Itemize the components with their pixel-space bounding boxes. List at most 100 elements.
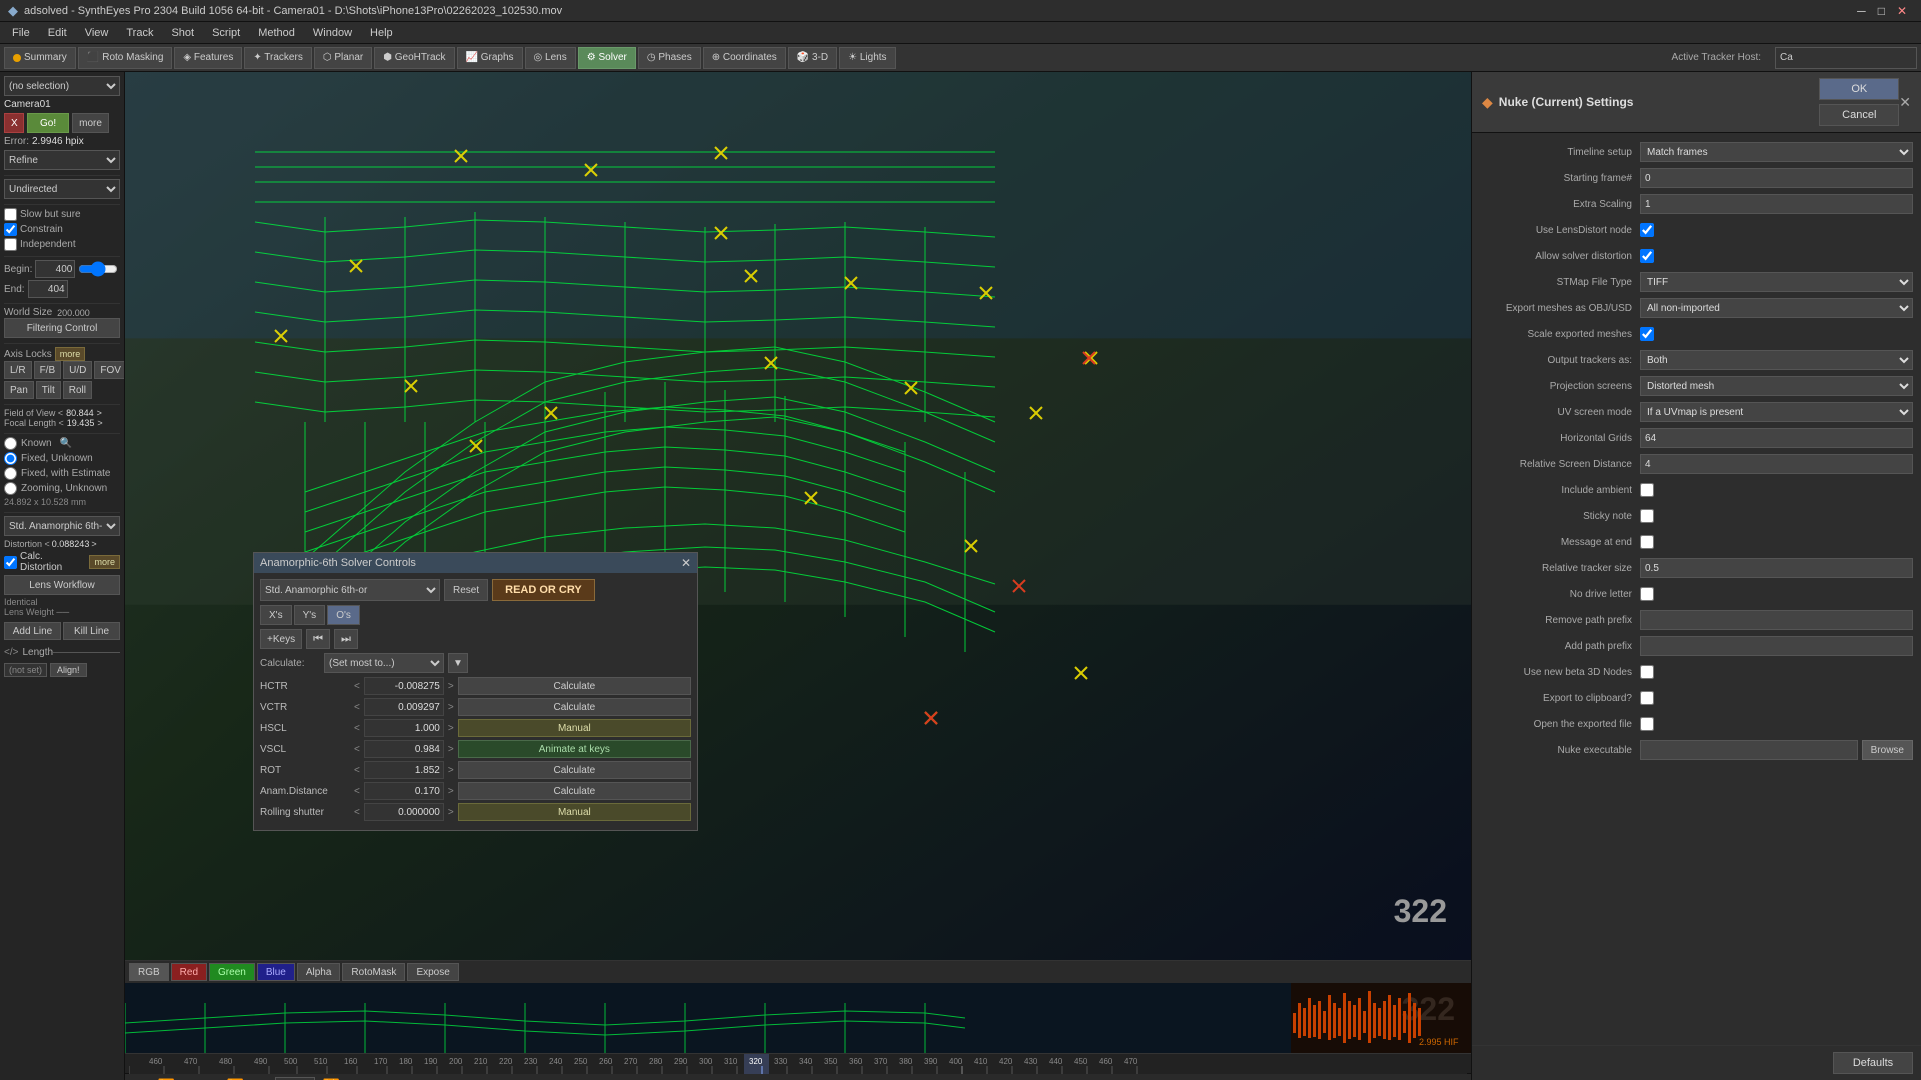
- anam-dist-calc-btn[interactable]: Calculate: [458, 782, 691, 800]
- begin-input[interactable]: [35, 260, 75, 278]
- hctr-input[interactable]: [364, 677, 444, 695]
- align-btn[interactable]: Align!: [50, 663, 87, 677]
- hctr-lt[interactable]: <: [354, 681, 360, 692]
- starting-frame-input[interactable]: [1640, 168, 1913, 188]
- rolling-lt[interactable]: <: [354, 807, 360, 818]
- selection-dropdown[interactable]: (no selection): [4, 76, 120, 96]
- rot-gt[interactable]: >: [448, 765, 454, 776]
- menu-method[interactable]: Method: [250, 25, 303, 41]
- toolbar-roto[interactable]: ⬛ Roto Masking: [78, 47, 173, 69]
- rot-calc-btn[interactable]: Calculate: [458, 761, 691, 779]
- ch-blue-btn[interactable]: Blue: [257, 963, 295, 981]
- vscl-anim-btn[interactable]: Animate at keys: [458, 740, 691, 758]
- toolbar-lights[interactable]: ☀ Lights: [839, 47, 895, 69]
- calc-dist-more[interactable]: more: [89, 555, 120, 569]
- filtering-btn[interactable]: Filtering Control: [4, 318, 120, 338]
- ok-btn[interactable]: OK: [1819, 78, 1899, 100]
- ud-btn[interactable]: U/D: [63, 361, 92, 379]
- minimize-btn[interactable]: ─: [1851, 4, 1872, 18]
- vscl-lt[interactable]: <: [354, 744, 360, 755]
- ch-expose-btn[interactable]: Expose: [407, 963, 458, 981]
- tab-os[interactable]: O's: [327, 605, 360, 625]
- independent-check[interactable]: [4, 238, 17, 251]
- lens-type-dropdown[interactable]: Std. Anamorphic 6th-r: [4, 516, 120, 536]
- hctr-gt[interactable]: >: [448, 681, 454, 692]
- ch-alpha-btn[interactable]: Alpha: [297, 963, 341, 981]
- menu-file[interactable]: File: [4, 25, 38, 41]
- message-end-check[interactable]: [1640, 535, 1654, 549]
- nuke-close-btn[interactable]: ✕: [1899, 94, 1911, 111]
- nuke-exec-input[interactable]: [1640, 740, 1858, 760]
- ch-rgb-btn[interactable]: RGB: [129, 963, 169, 981]
- end-input[interactable]: [28, 280, 68, 298]
- rot-lt[interactable]: <: [354, 765, 360, 776]
- roll-btn[interactable]: Roll: [63, 381, 92, 399]
- zooming-unknown-radio[interactable]: [4, 482, 17, 495]
- lens-workflow-btn[interactable]: Lens Workflow: [4, 575, 120, 595]
- constrain-check[interactable]: [4, 223, 17, 236]
- toolbar-geotrack[interactable]: ⬢ GeoHTrack: [374, 47, 454, 69]
- allow-solver-dist-check[interactable]: [1640, 249, 1654, 263]
- toolbar-trackers[interactable]: ✦ Trackers: [244, 47, 312, 69]
- projection-screens-select[interactable]: Distorted mesh: [1640, 376, 1913, 396]
- vscl-input[interactable]: [364, 740, 444, 758]
- timeline-ruler[interactable]: 460 470 480 490 500 510 160 170 180 190 …: [125, 1053, 1471, 1073]
- nav-start-btn[interactable]: ⏮: [306, 629, 330, 649]
- maximize-btn[interactable]: □: [1872, 4, 1891, 18]
- remove-prefix-input[interactable]: [1640, 610, 1913, 630]
- uv-screen-select[interactable]: If a UVmap is present: [1640, 402, 1913, 422]
- close-main-btn[interactable]: ✕: [1891, 4, 1913, 18]
- ch-green-btn[interactable]: Green: [209, 963, 255, 981]
- rolling-input[interactable]: [364, 803, 444, 821]
- menu-edit[interactable]: Edit: [40, 25, 75, 41]
- ch-rotomask-btn[interactable]: RotoMask: [342, 963, 405, 981]
- method-dropdown[interactable]: Refine: [4, 150, 120, 170]
- solver-close-btn[interactable]: ✕: [681, 556, 691, 570]
- lr-btn[interactable]: L/R: [4, 361, 32, 379]
- undirected-dropdown[interactable]: Undirected: [4, 179, 120, 199]
- toolbar-coordinates[interactable]: ⊕ Coordinates: [703, 47, 786, 69]
- browse-btn[interactable]: Browse: [1862, 740, 1913, 760]
- fb-btn[interactable]: F/B: [34, 361, 62, 379]
- solver-type-dropdown[interactable]: Std. Anamorphic 6th-or: [260, 579, 440, 601]
- ch-red-btn[interactable]: Red: [171, 963, 207, 981]
- menu-view[interactable]: View: [77, 25, 117, 41]
- export-clipboard-check[interactable]: [1640, 691, 1654, 705]
- fov-btn[interactable]: FOV: [94, 361, 125, 379]
- timeline-setup-select[interactable]: Match frames: [1640, 142, 1913, 162]
- hscl-manual-btn[interactable]: Manual: [458, 719, 691, 737]
- calc-dist-check[interactable]: [4, 556, 17, 569]
- fixed-estimate-radio[interactable]: [4, 467, 17, 480]
- go-button[interactable]: Go!: [27, 113, 69, 133]
- toolbar-lens[interactable]: ◎ Lens: [525, 47, 576, 69]
- vctr-gt[interactable]: >: [448, 702, 454, 713]
- toolbar-3d[interactable]: 🎲 3-D: [788, 47, 837, 69]
- toolbar-planar[interactable]: ⬡ Planar: [314, 47, 372, 69]
- not-set-btn[interactable]: (not set): [4, 663, 47, 677]
- rolling-gt[interactable]: >: [448, 807, 454, 818]
- toolbar-graphs[interactable]: 📈 Graphs: [457, 47, 523, 69]
- add-prefix-input[interactable]: [1640, 636, 1913, 656]
- vctr-calc-btn[interactable]: Calculate: [458, 698, 691, 716]
- more-button[interactable]: more: [72, 113, 109, 133]
- cancel-btn[interactable]: Cancel: [1819, 104, 1899, 126]
- keys-btn[interactable]: +Keys: [260, 629, 302, 649]
- slow-sure-check[interactable]: [4, 208, 17, 221]
- kill-line-btn[interactable]: Kill Line: [63, 622, 120, 640]
- pan-btn[interactable]: Pan: [4, 381, 34, 399]
- anam-dist-gt[interactable]: >: [448, 786, 454, 797]
- toolbar-summary[interactable]: Summary: [4, 47, 76, 69]
- toolbar-phases[interactable]: ◷ Phases: [638, 47, 701, 69]
- stmap-select[interactable]: TIFF: [1640, 272, 1913, 292]
- hctr-calc-btn[interactable]: Calculate: [458, 677, 691, 695]
- tracker-size-input[interactable]: [1640, 558, 1913, 578]
- set-dropdown-btn[interactable]: ▼: [448, 653, 468, 673]
- use-lensdistort-check[interactable]: [1640, 223, 1654, 237]
- anam-dist-lt[interactable]: <: [354, 786, 360, 797]
- tracker-host-input[interactable]: [1775, 47, 1917, 69]
- menu-track[interactable]: Track: [118, 25, 161, 41]
- tab-xs[interactable]: X's: [260, 605, 292, 625]
- rolling-manual-btn[interactable]: Manual: [458, 803, 691, 821]
- eyedropper-icon[interactable]: 🔍: [60, 438, 72, 449]
- toolbar-solver[interactable]: ⚙ Solver: [578, 47, 636, 69]
